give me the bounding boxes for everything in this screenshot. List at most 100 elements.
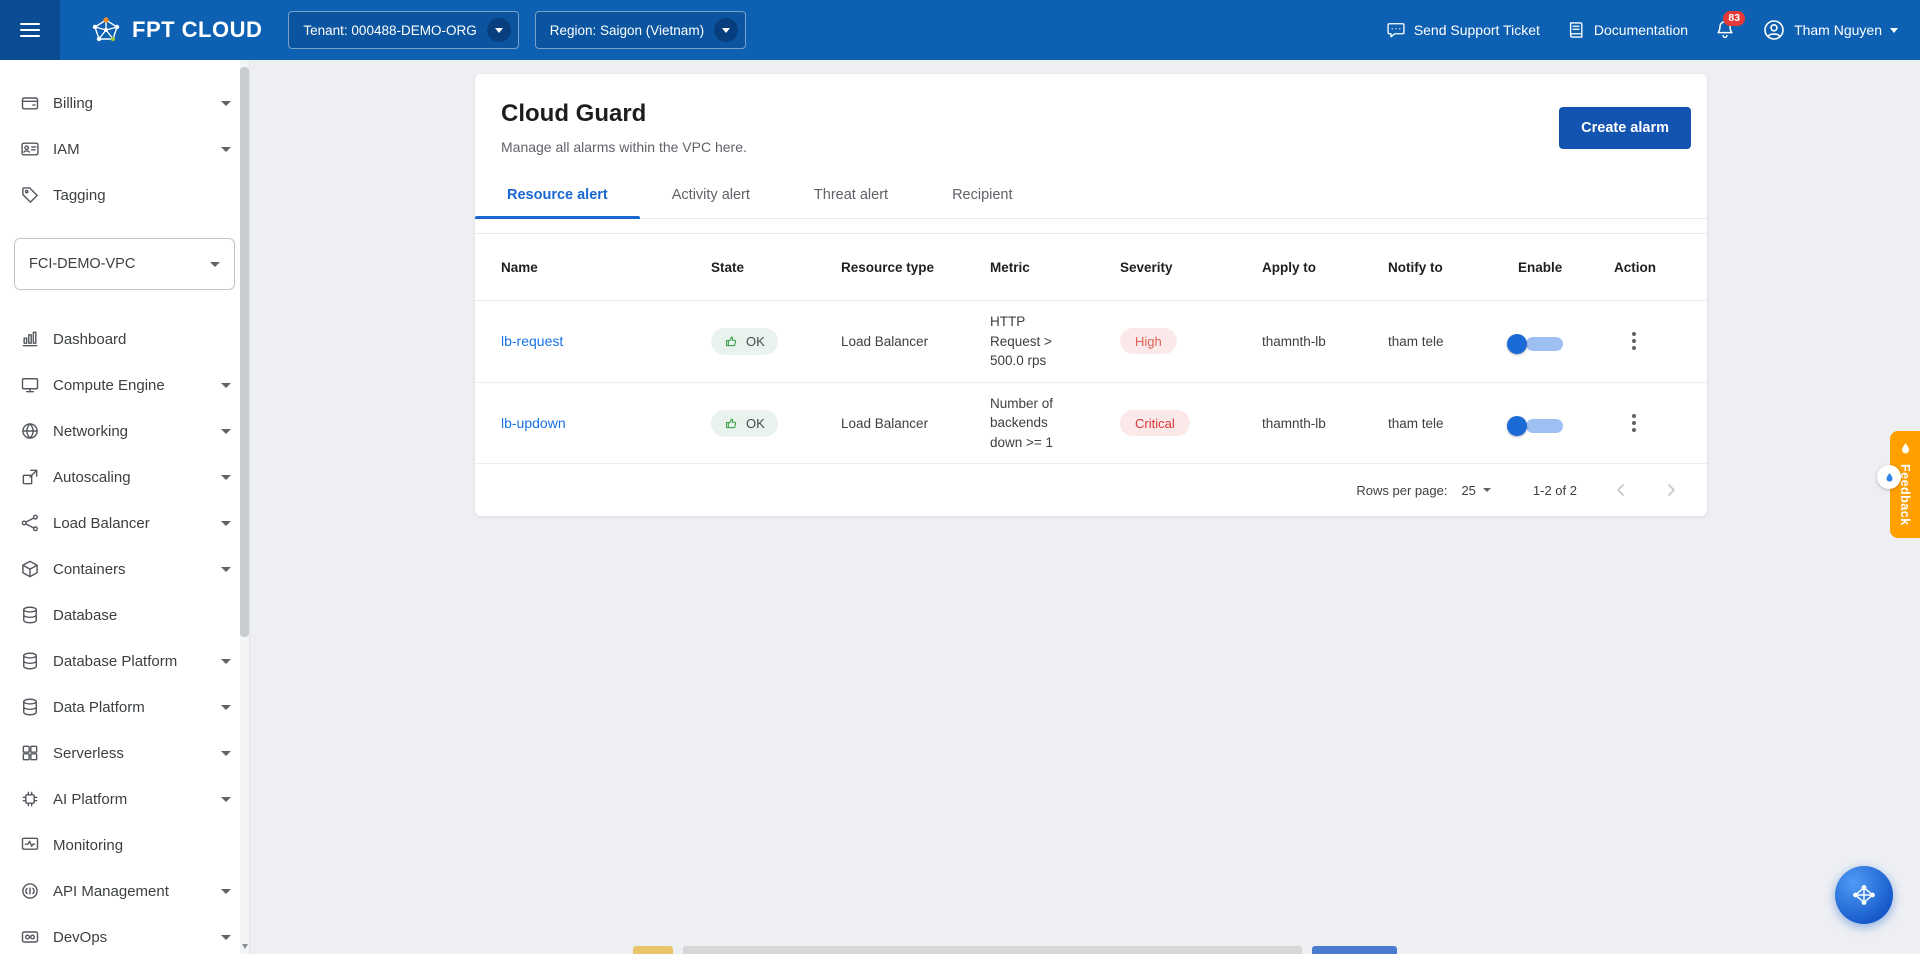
sidebar-item-label: Dashboard [53, 331, 126, 348]
chevron-down-icon [221, 567, 231, 572]
alarm-name-link[interactable]: lb-updown [501, 415, 566, 431]
sidebar-item-autoscaling[interactable]: Autoscaling [0, 454, 249, 500]
table-row: lb-request OK Load Balancer HTTP Request… [475, 301, 1707, 383]
sidebar: Billing IAM Tagging FCI-DEMO-VPC Dashboa… [0, 60, 250, 954]
user-menu[interactable]: Tham Nguyen [1762, 18, 1898, 42]
col-action: Action [1614, 260, 1681, 275]
send-support-ticket-link[interactable]: Send Support Ticket [1386, 20, 1540, 40]
database-icon [20, 605, 40, 625]
thumbs-up-icon [724, 334, 739, 349]
feedback-tab[interactable]: Feedback [1890, 431, 1920, 538]
dashboard-icon [20, 329, 40, 349]
state-badge: OK [711, 410, 778, 437]
sidebar-item-api-management[interactable]: API Management [0, 868, 249, 914]
pagination-range: 1-2 of 2 [1533, 483, 1577, 498]
topbar: FPT CLOUD Tenant: 000488-DEMO-ORG Region… [0, 0, 1920, 60]
hamburger-menu-icon[interactable] [0, 0, 60, 60]
col-resource-type: Resource type [841, 260, 990, 275]
fpt-logo-icon [90, 14, 122, 46]
tab-threat-alert[interactable]: Threat alert [782, 181, 920, 218]
page-title: Cloud Guard [501, 100, 747, 128]
sidebar-item-label: API Management [53, 883, 169, 900]
tab-recipient[interactable]: Recipient [920, 181, 1044, 218]
sidebar-item-label: Load Balancer [53, 515, 150, 532]
sidebar-scrollbar-thumb[interactable] [240, 67, 249, 637]
ai-platform-icon [20, 789, 40, 809]
region-label: Region: Saigon (Vietnam) [550, 23, 704, 38]
ai-chat-fab[interactable] [1835, 866, 1893, 924]
sidebar-item-ai-platform[interactable]: AI Platform [0, 776, 249, 822]
chevron-down-icon [221, 101, 231, 106]
sidebar-item-label: Billing [53, 95, 93, 112]
chevron-left-icon[interactable] [1611, 480, 1631, 500]
notify-to-cell: tham tele [1388, 416, 1518, 431]
sidebar-item-devops[interactable]: DevOps [0, 914, 249, 954]
sidebar-item-tagging[interactable]: Tagging [0, 172, 249, 218]
sidebar-item-data-platform[interactable]: Data Platform [0, 684, 249, 730]
alarms-table: Name State Resource type Metric Severity… [475, 233, 1707, 516]
sidebar-item-database[interactable]: Database [0, 592, 249, 638]
rows-per-page-label: Rows per page: [1356, 483, 1447, 498]
apply-to-cell: thamnth-lb [1262, 334, 1388, 349]
notification-badge: 83 [1723, 11, 1745, 27]
monitoring-icon [20, 835, 40, 855]
sidebar-item-label: Serverless [53, 745, 124, 762]
severity-badge: Critical [1120, 410, 1190, 436]
sidebar-item-compute-engine[interactable]: Compute Engine [0, 362, 249, 408]
documentation-link[interactable]: Documentation [1566, 20, 1688, 40]
chevron-down-icon [714, 18, 738, 42]
region-selector[interactable]: Region: Saigon (Vietnam) [535, 11, 746, 49]
table-row: lb-updown OK Load Balancer Number of bac… [475, 383, 1707, 465]
networking-icon [20, 421, 40, 441]
severity-badge: High [1120, 328, 1177, 354]
sidebar-item-serverless[interactable]: Serverless [0, 730, 249, 776]
feedback-bubble-icon [1877, 465, 1901, 489]
notify-to-cell: tham tele [1388, 334, 1518, 349]
chevron-down-icon [221, 659, 231, 664]
brand-logo[interactable]: FPT CLOUD [90, 14, 262, 46]
sidebar-item-label: DevOps [53, 929, 107, 946]
tab-resource-alert[interactable]: Resource alert [475, 181, 640, 218]
sidebar-item-dashboard[interactable]: Dashboard [0, 316, 249, 362]
load-balancer-icon [20, 513, 40, 533]
table-header-row: Name State Resource type Metric Severity… [475, 233, 1707, 301]
sidebar-item-networking[interactable]: Networking [0, 408, 249, 454]
containers-icon [20, 559, 40, 579]
rows-per-page-select[interactable]: 25 [1461, 483, 1490, 498]
sidebar-item-label: Autoscaling [53, 469, 131, 486]
chevron-down-icon [487, 18, 511, 42]
sidebar-item-containers[interactable]: Containers [0, 546, 249, 592]
sidebar-item-monitoring[interactable]: Monitoring [0, 822, 249, 868]
create-alarm-button[interactable]: Create alarm [1559, 107, 1691, 149]
vpc-selector[interactable]: FCI-DEMO-VPC [14, 238, 235, 290]
user-avatar-icon [1762, 18, 1786, 42]
chevron-down-icon [221, 751, 231, 756]
notifications-button[interactable]: 83 [1714, 18, 1736, 43]
sidebar-item-iam[interactable]: IAM [0, 126, 249, 172]
row-actions-kebab-icon[interactable] [1624, 327, 1644, 355]
chevron-right-icon[interactable] [1661, 480, 1681, 500]
scrollbar-down-arrow-icon[interactable] [242, 944, 248, 949]
sidebar-item-billing[interactable]: Billing [0, 80, 249, 126]
tenant-selector[interactable]: Tenant: 000488-DEMO-ORG [288, 11, 518, 49]
sidebar-item-load-balancer[interactable]: Load Balancer [0, 500, 249, 546]
sidebar-scrollbar[interactable] [240, 60, 249, 954]
chevron-down-icon [210, 262, 220, 267]
metric-cell: HTTP Request > 500.0 rps [990, 312, 1078, 371]
thumbs-up-icon [724, 416, 739, 431]
billing-icon [20, 93, 40, 113]
alarm-name-link[interactable]: lb-request [501, 333, 563, 349]
chevron-down-icon [221, 935, 231, 940]
serverless-icon [20, 743, 40, 763]
tab-activity-alert[interactable]: Activity alert [640, 181, 782, 218]
row-actions-kebab-icon[interactable] [1624, 409, 1644, 437]
ai-network-icon [1849, 880, 1879, 910]
col-name: Name [501, 260, 711, 275]
sidebar-item-database-platform[interactable]: Database Platform [0, 638, 249, 684]
sidebar-item-label: Monitoring [53, 837, 123, 854]
chevron-down-icon [221, 147, 231, 152]
chevron-down-icon [1483, 488, 1491, 492]
tenant-label: Tenant: 000488-DEMO-ORG [303, 23, 476, 38]
brand-text: FPT CLOUD [132, 17, 262, 43]
col-state: State [711, 260, 841, 275]
